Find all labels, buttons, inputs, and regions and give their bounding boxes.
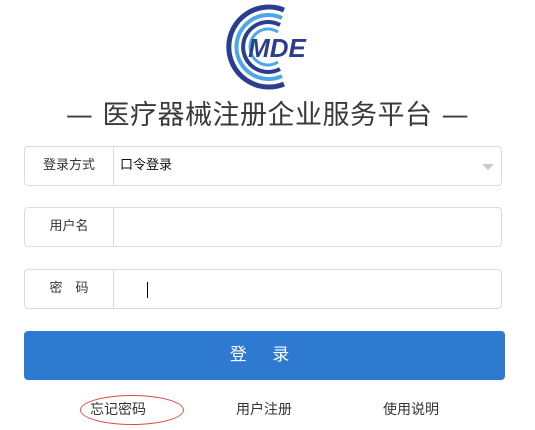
login-method-value: 口令登录 — [120, 158, 173, 173]
footer-links: 忘记密码 用户注册 使用说明 — [0, 400, 535, 422]
login-method-select[interactable]: 登录方式 口令登录 — [24, 146, 502, 186]
page-title: — 医疗器械注册企业服务平台 — — [65, 100, 470, 131]
instructions-link[interactable]: 使用说明 — [383, 400, 439, 420]
password-input[interactable] — [114, 270, 500, 308]
register-link[interactable]: 用户注册 — [236, 400, 292, 420]
username-input[interactable] — [114, 208, 500, 246]
mde-logo-icon: MDE — [226, 4, 307, 90]
password-label: 密 码 — [25, 270, 114, 308]
chevron-down-icon[interactable] — [482, 164, 494, 170]
logo-text: MDE — [248, 33, 306, 63]
forgot-password-link[interactable]: 忘记密码 — [90, 400, 146, 420]
login-method-label: 登录方式 — [25, 147, 114, 185]
username-field: 用户名 — [24, 207, 502, 247]
username-label: 用户名 — [25, 208, 114, 246]
login-button[interactable]: 登 录 — [24, 331, 505, 380]
login-page: MDE — 医疗器械注册企业服务平台 — 登录方式 口令登录 用户名 密 码 登… — [0, 0, 535, 430]
text-cursor — [147, 282, 148, 298]
password-field: 密 码 — [24, 269, 502, 309]
